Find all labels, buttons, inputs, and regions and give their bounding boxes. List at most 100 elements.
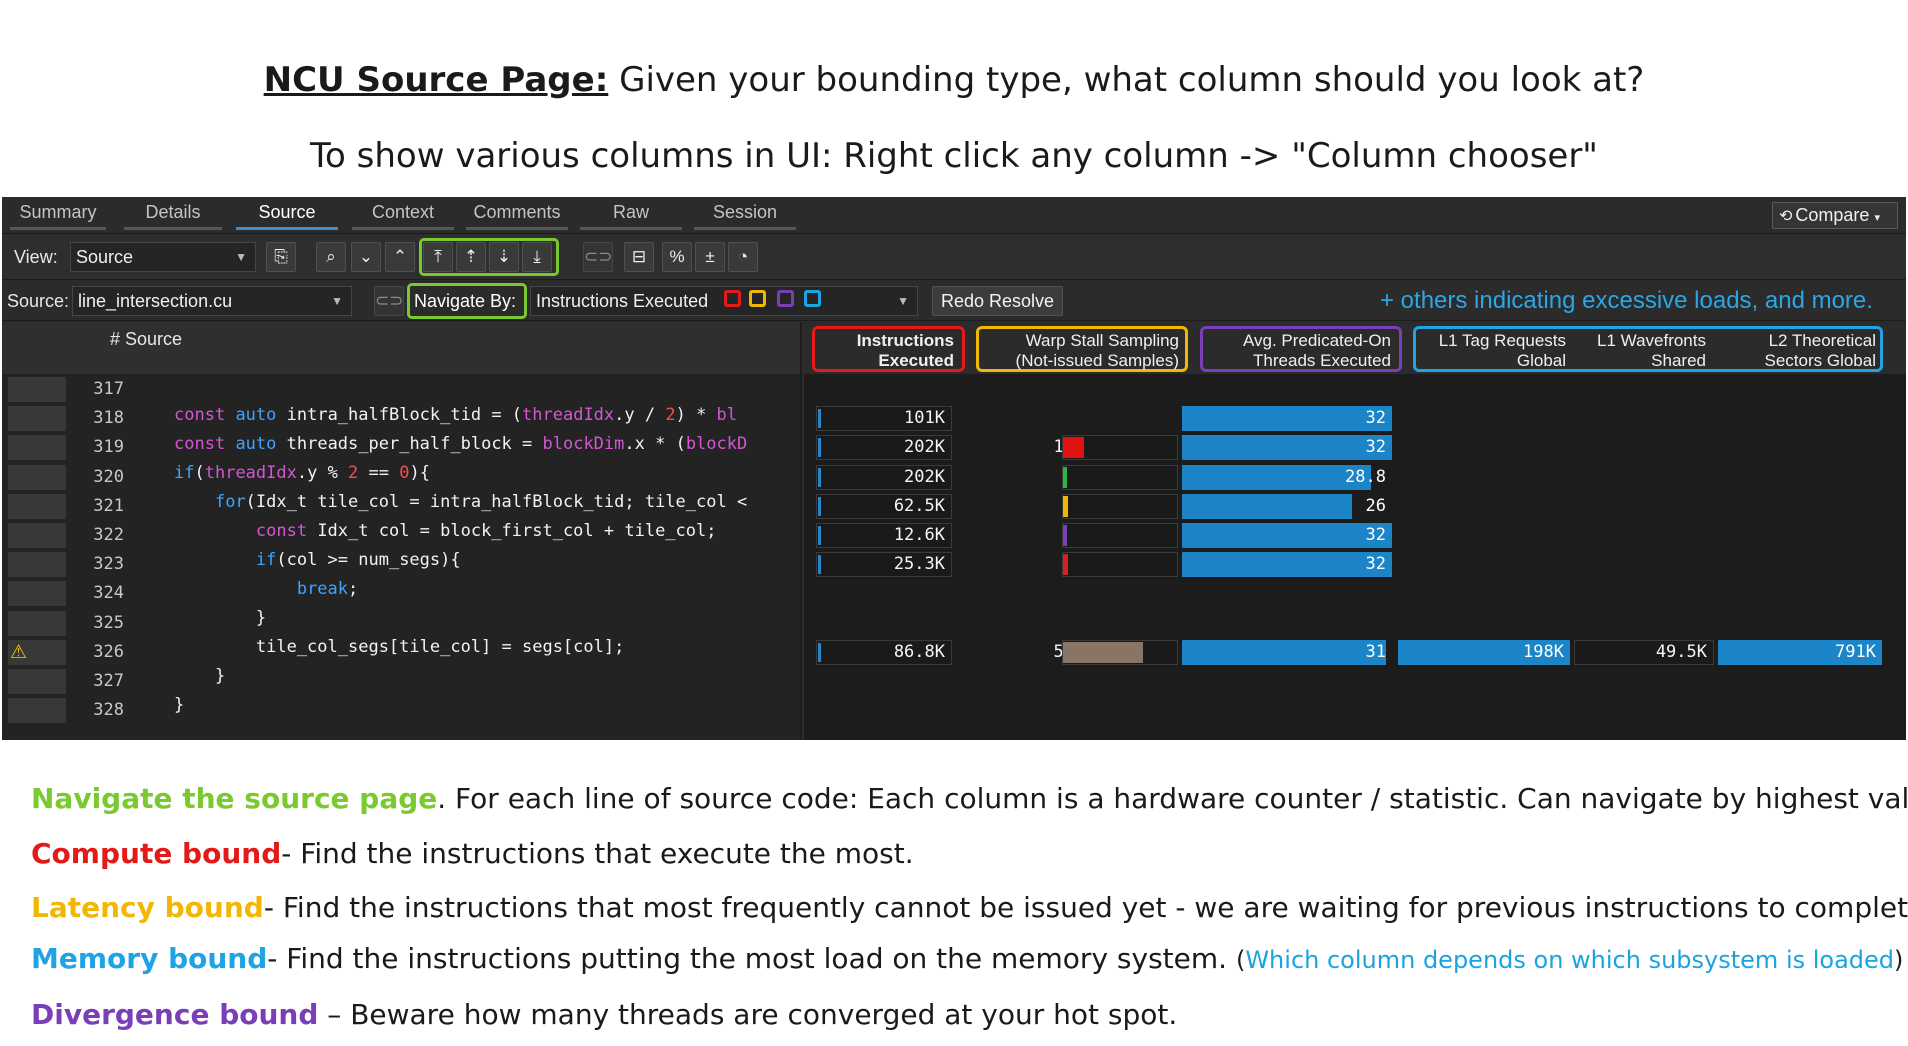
warp-stall-bar-fill	[1063, 554, 1068, 576]
code-line-326[interactable]: tile_col_segs[tile_col] = segs[col];	[174, 637, 624, 657]
percent-icon[interactable]: %	[662, 242, 692, 272]
view-select[interactable]: Source ▼	[70, 242, 256, 272]
gutter-cell	[8, 523, 66, 548]
warp-stall-bar[interactable]	[1062, 435, 1178, 461]
avg-predicated-fill	[1182, 493, 1352, 519]
link-icon[interactable]: ⊂⊃	[583, 242, 613, 272]
note-text: . For each line of source code: Each col…	[437, 782, 1908, 815]
avg-predicated-value: 32	[1365, 525, 1386, 545]
code-line-327[interactable]: }	[174, 666, 225, 686]
l2-sectors-cell[interactable]: 791K	[1718, 639, 1882, 665]
note-line: Navigate the source page. For each line …	[31, 782, 1908, 815]
instructions-executed-cell[interactable]: 202K	[816, 435, 952, 461]
tab-summary[interactable]: Summary	[6, 197, 110, 233]
copy-icon[interactable]: ⎘	[266, 242, 296, 272]
tab-details[interactable]: Details	[120, 197, 226, 233]
l1-wavefronts-label[interactable]: L1 Wavefronts Shared	[1566, 331, 1706, 371]
avg-predicated-bar[interactable]: 28.8	[1182, 464, 1392, 490]
pie-chart-icon[interactable]: ◔	[728, 242, 758, 272]
code-line-322[interactable]: const Idx_t col = block_first_col + tile…	[174, 521, 717, 541]
compare-button[interactable]: ⟲ Compare ▾	[1772, 202, 1898, 229]
tab-comments[interactable]: Comments	[462, 197, 572, 233]
warp-stall-header[interactable]: Warp Stall Sampling (Not-issued Samples)	[976, 326, 1188, 372]
warp-stall-bar[interactable]	[1062, 523, 1178, 548]
instructions-executed-cell[interactable]: 62.5K	[816, 493, 952, 519]
warp-stall-bar-fill	[1063, 495, 1068, 517]
redo-resolve-button[interactable]: Redo Resolve	[932, 286, 1064, 316]
avg-predicated-bar[interactable]: 32	[1182, 523, 1392, 548]
avg-predicated-bar[interactable]: 26	[1182, 493, 1392, 519]
code-line-324[interactable]: break;	[174, 579, 358, 599]
tab-raw[interactable]: Raw	[576, 197, 686, 233]
source-file-select[interactable]: line_intersection.cu ▼	[72, 286, 352, 316]
l1-tag-requests-cell[interactable]: 198K	[1398, 639, 1570, 665]
chevron-up-icon[interactable]: ⌃	[385, 242, 415, 272]
warp-stall-bar[interactable]	[1062, 464, 1178, 490]
avg-predicated-fill	[1182, 552, 1392, 578]
navigate-bottom-icon[interactable]: ⤓	[522, 242, 552, 272]
collapse-icon[interactable]: ⊟	[624, 242, 654, 272]
toolbar: View: Source ▼ ⎘ ⌕ ⌄ ⌃ ⤒ ⇡ ⇣ ⤓ ⊂⊃ ⊟ % ± ◔	[2, 235, 1906, 280]
chevron-down-icon[interactable]: ⌄	[351, 242, 381, 272]
avg-predicated-bar[interactable]: 31	[1182, 639, 1392, 665]
warp-stall-bar-fill	[1063, 437, 1084, 459]
gutter-cell	[8, 464, 66, 490]
l1-wavefronts-cell[interactable]: 49.5K	[1574, 639, 1714, 665]
instructions-executed-cell[interactable]: 12.6K	[816, 523, 952, 548]
instructions-executed-cell[interactable]: 86.8K	[816, 639, 952, 665]
search-icon[interactable]: ⌕	[316, 242, 346, 272]
warp-stall-bar[interactable]	[1062, 552, 1178, 578]
tab-context[interactable]: Context	[348, 197, 458, 233]
code-line-328[interactable]: }	[174, 695, 184, 715]
gutter-cell	[8, 493, 66, 519]
memory-subsystem-link[interactable]: Which column depends on which subsystem …	[1245, 946, 1894, 974]
code-line-321[interactable]: for(Idx_t tile_col = intra_halfBlock_tid…	[174, 492, 747, 512]
metrics-pane[interactable]: 101K32202K1432202K228.862.5K32612.6K1322…	[804, 374, 1906, 740]
l1-tag-requests-label[interactable]: L1 Tag Requests Global	[1416, 331, 1566, 371]
sort-down-icon[interactable]: ⇣	[489, 242, 519, 272]
warp-stall-bar[interactable]	[1062, 493, 1178, 519]
link-icon[interactable]: ⊂⊃	[374, 286, 404, 316]
instructions-executed-cell[interactable]: 202K	[816, 464, 952, 490]
source-code-pane[interactable]: 317 318 319 320 321 322 323 324 325 326 327 328 con…	[2, 374, 802, 740]
line-number: 317	[93, 379, 124, 399]
line-number: 321	[93, 495, 124, 516]
l2-sectors-label[interactable]: L2 Theoretical Sectors Global	[1716, 331, 1877, 371]
line-number: 320	[93, 466, 124, 487]
instructions-executed-header[interactable]: Instructions Executed	[812, 326, 965, 372]
line-number: 327	[93, 671, 124, 691]
line-number: 324	[93, 583, 124, 604]
avg-predicated-bar[interactable]: 32	[1182, 435, 1392, 461]
instructions-executed-cell[interactable]: 101K	[816, 406, 952, 432]
compare-label: Compare	[1795, 205, 1870, 225]
avg-predicated-bar[interactable]: 32	[1182, 552, 1392, 578]
avg-predicated-fill	[1182, 639, 1386, 665]
code-line-320[interactable]: if(threadIdx.y % 2 == 0){	[174, 463, 430, 483]
tab-session[interactable]: Session	[690, 197, 800, 233]
note-text: – Beware how many threads are converged …	[318, 998, 1178, 1031]
line-number: 328	[93, 700, 124, 721]
plus-minus-icon[interactable]: ±	[695, 242, 725, 272]
source-file-value: line_intersection.cu	[78, 291, 233, 311]
code-line-325[interactable]: }	[174, 608, 266, 628]
code-line-319[interactable]: const auto threads_per_half_block = bloc…	[174, 434, 747, 454]
gutter-cell	[8, 406, 66, 432]
instructions-executed-cell[interactable]: 25.3K	[816, 552, 952, 578]
code-line-323[interactable]: if(col >= num_segs){	[174, 550, 461, 570]
avg-predicated-bar[interactable]: 32	[1182, 406, 1392, 432]
source-column-header[interactable]: # Source	[2, 322, 802, 374]
view-label: View:	[14, 247, 58, 267]
avg-predicated-header[interactable]: Avg. Predicated-On Threads Executed	[1200, 326, 1402, 372]
sort-up-icon[interactable]: ⇡	[456, 242, 486, 272]
divergence-marker	[777, 290, 794, 307]
warning-icon[interactable]: ⚠	[10, 641, 27, 664]
compute-marker	[724, 290, 741, 307]
warp-stall-bar-fill	[1063, 466, 1067, 488]
tab-source[interactable]: Source	[232, 197, 342, 233]
warp-stall-bar[interactable]	[1062, 639, 1178, 665]
navigate-top-icon[interactable]: ⤒	[423, 242, 453, 272]
navigate-by-label: Navigate By:	[414, 291, 517, 311]
note-line: Divergence bound – Beware how many threa…	[31, 998, 1177, 1031]
code-line-318[interactable]: const auto intra_halfBlock_tid = (thread…	[174, 405, 737, 425]
compare-icon: ⟲	[1779, 208, 1793, 225]
